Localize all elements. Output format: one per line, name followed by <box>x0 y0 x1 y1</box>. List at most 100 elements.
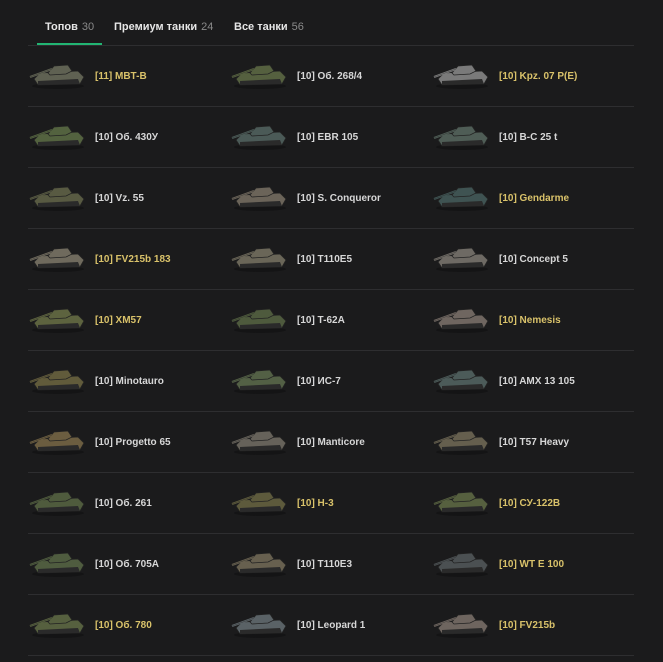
tank-item[interactable]: [10] Nemesis <box>432 290 634 350</box>
tab-premium[interactable]: Премиум танки 24 <box>114 21 213 45</box>
tank-name: [10] EBR 105 <box>297 132 359 143</box>
tank-row: [10] FV215b 183 [10] T110E5 [10] Concept 5 <box>28 229 634 290</box>
tank-name: [10] H-3 <box>297 498 334 509</box>
tank-item[interactable]: [10] Minotauro <box>28 351 230 411</box>
tank-row: [11] MBT-B [10] Об. 268/4 [10] Kpz. 07 P(E… <box>28 46 634 107</box>
tab-top-label: Топов <box>45 21 78 33</box>
tank-name: [10] S. Conqueror <box>297 193 381 204</box>
tank-name: [10] Об. 705А <box>95 559 159 570</box>
tank-item[interactable]: [10] Kpz. 07 P(E) <box>432 46 634 106</box>
tank-item[interactable]: [10] T110E5 <box>230 229 432 289</box>
tank-row: [10] XM57 [10] T-62A [10] Nemesis <box>28 290 634 351</box>
tank-item[interactable]: [10] H-3 <box>230 473 432 533</box>
tank-item[interactable]: [10] ИС-7 <box>230 351 432 411</box>
tank-name: [10] Об. 261 <box>95 498 152 509</box>
tank-item[interactable]: [10] Об. 780 <box>28 595 230 655</box>
tank-name: [10] AMX 13 105 <box>499 376 575 387</box>
tank-icon <box>28 118 88 152</box>
tank-name: [10] Manticore <box>297 437 365 448</box>
tank-icon <box>230 606 290 640</box>
tank-icon <box>28 606 88 640</box>
tank-name: [10] FV215b 183 <box>95 254 171 265</box>
tank-item[interactable]: [10] T110E3 <box>230 534 432 594</box>
tank-name: [10] Nemesis <box>499 315 561 326</box>
tank-name: [10] СУ-122В <box>499 498 561 509</box>
tabs-bar: Топов 30 Премиум танки 24 Все танки 56 <box>0 0 663 46</box>
tank-item[interactable]: [10] EBR 105 <box>230 107 432 167</box>
tank-icon <box>28 301 88 335</box>
tank-row: [10] Об. 261 [10] H-3 [10] СУ-122В <box>28 473 634 534</box>
tank-name: [10] T57 Heavy <box>499 437 570 448</box>
tank-icon <box>28 240 88 274</box>
tank-icon <box>432 484 492 518</box>
tank-name: [10] XM57 <box>95 315 142 326</box>
tank-item[interactable]: [10] В-С 25 t <box>432 107 634 167</box>
tank-item[interactable]: [10] Gendarme <box>432 168 634 228</box>
tank-name: [10] В-С 25 t <box>499 132 558 143</box>
tank-icon <box>432 545 492 579</box>
tank-icon <box>28 484 88 518</box>
tank-icon <box>432 240 492 274</box>
tank-name: [10] T110E3 <box>297 559 353 570</box>
tank-grid: [11] MBT-B [10] Об. 268/4 [10] Kpz. 07 P(E… <box>28 46 634 656</box>
tank-item[interactable]: [10] Vz. 55 <box>28 168 230 228</box>
tank-item[interactable]: [10] Об. 261 <box>28 473 230 533</box>
tank-item[interactable]: [10] Об. 430У <box>28 107 230 167</box>
tab-all-label: Все танки <box>234 21 288 33</box>
tank-icon <box>432 57 492 91</box>
tank-icon <box>28 545 88 579</box>
tank-icon <box>432 179 492 213</box>
tank-item[interactable]: [10] AMX 13 105 <box>432 351 634 411</box>
tank-icon <box>432 423 492 457</box>
tank-item[interactable]: [10] FV215b 183 <box>28 229 230 289</box>
tank-icon <box>432 362 492 396</box>
tank-name: [10] T110E5 <box>297 254 353 265</box>
tank-icon <box>230 301 290 335</box>
tank-name: [10] WT E 100 <box>499 559 565 570</box>
tank-item[interactable]: [10] Progetto 65 <box>28 412 230 472</box>
tab-all-count: 56 <box>291 21 304 33</box>
tank-icon <box>230 57 290 91</box>
tank-icon <box>230 545 290 579</box>
tank-item[interactable]: [10] Об. 705А <box>28 534 230 594</box>
tank-row: [10] Об. 430У [10] EBR 105 [10] В-С 25 t <box>28 107 634 168</box>
tank-item[interactable]: [10] Leopard 1 <box>230 595 432 655</box>
tank-icon <box>28 362 88 396</box>
tank-name: [10] Concept 5 <box>499 254 568 265</box>
tank-item[interactable]: [10] XM57 <box>28 290 230 350</box>
tank-icon <box>432 606 492 640</box>
tank-row: [10] Progetto 65 [10] Manticore [10] T57 H… <box>28 412 634 473</box>
tank-item[interactable]: [10] S. Conqueror <box>230 168 432 228</box>
tab-top[interactable]: Топов 30 <box>36 21 103 45</box>
tank-item[interactable]: [11] MBT-B <box>28 46 230 106</box>
tank-item[interactable]: [10] T-62A <box>230 290 432 350</box>
tab-premium-label: Премиум танки <box>114 21 198 33</box>
tank-item[interactable]: [10] T57 Heavy <box>432 412 634 472</box>
tank-name: [10] Leopard 1 <box>297 620 366 631</box>
tank-name: [10] Об. 780 <box>95 620 152 631</box>
tank-row: [10] Об. 780 [10] Leopard 1 [10] FV215b <box>28 595 634 656</box>
tank-item[interactable]: [10] Об. 268/4 <box>230 46 432 106</box>
tank-item[interactable]: [10] СУ-122В <box>432 473 634 533</box>
tank-row: [10] Minotauro [10] ИС-7 [10] AMX 13 105 <box>28 351 634 412</box>
tank-item[interactable]: [10] Manticore <box>230 412 432 472</box>
tank-name: [10] Vz. 55 <box>95 193 144 204</box>
tank-icon <box>28 57 88 91</box>
tank-name: [10] Об. 268/4 <box>297 71 363 82</box>
tank-icon <box>28 179 88 213</box>
tank-name: [10] T-62A <box>297 315 345 326</box>
tank-row: [10] Об. 705А [10] T110E3 [10] WT E 100 <box>28 534 634 595</box>
tank-item[interactable]: [10] Concept 5 <box>432 229 634 289</box>
tank-icon <box>230 179 290 213</box>
tab-all[interactable]: Все танки 56 <box>234 21 304 45</box>
tank-item[interactable]: [10] WT E 100 <box>432 534 634 594</box>
tank-icon <box>230 362 290 396</box>
tank-name: [10] FV215b <box>499 620 556 631</box>
tank-name: [10] Об. 430У <box>95 132 158 143</box>
tank-icon <box>28 423 88 457</box>
tank-item[interactable]: [10] FV215b <box>432 595 634 655</box>
tank-name: [10] Progetto 65 <box>95 437 171 448</box>
tank-name: [10] ИС-7 <box>297 376 341 387</box>
tank-row: [10] Vz. 55 [10] S. Conqueror [10] Gendarm… <box>28 168 634 229</box>
tab-top-count: 30 <box>81 21 95 33</box>
